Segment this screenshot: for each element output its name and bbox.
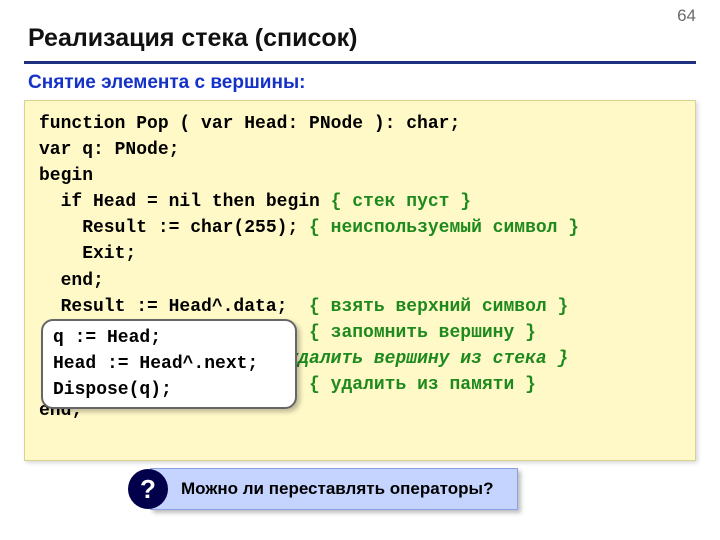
code-comment: { стек пуст } bbox=[331, 192, 471, 212]
callout-line: Dispose(q); bbox=[53, 380, 172, 400]
code-comment: { неиспользуемый символ } bbox=[309, 218, 579, 238]
code-line: var q: PNode; bbox=[39, 140, 179, 160]
code-line: Result := Head^.data; bbox=[39, 297, 309, 317]
slide-title: Реализация стека (список) bbox=[0, 0, 720, 61]
code-block: function Pop ( var Head: PNode ): char; … bbox=[24, 100, 696, 461]
code-comment: { взять верхний символ } bbox=[309, 297, 568, 317]
title-underline bbox=[24, 61, 696, 64]
code-line: Exit; bbox=[39, 244, 136, 264]
highlight-callout: q := Head; Head := Head^.next; Dispose(q… bbox=[41, 319, 297, 409]
code-line: end; bbox=[39, 271, 104, 291]
callout-line: q := Head; bbox=[53, 328, 161, 348]
callout-line: Head := Head^.next; bbox=[53, 354, 258, 374]
code-comment: удалить вершину из стека } bbox=[287, 349, 568, 369]
section-subtitle: Снятие элемента с вершины: bbox=[0, 72, 720, 100]
question-row: ? Можно ли переставлять операторы? bbox=[128, 468, 518, 510]
code-comment: { запомнить вершину } bbox=[309, 323, 536, 343]
code-line: if Head = nil then begin bbox=[39, 192, 331, 212]
code-line: function Pop ( var Head: PNode ): char; bbox=[39, 114, 460, 134]
code-line: begin bbox=[39, 166, 93, 186]
question-box: Можно ли переставлять операторы? bbox=[150, 468, 518, 510]
page-number: 64 bbox=[677, 6, 696, 26]
code-comment: { удалить из памяти } bbox=[309, 375, 536, 395]
question-mark-icon: ? bbox=[128, 469, 168, 509]
code-line: Result := char(255); bbox=[39, 218, 309, 238]
